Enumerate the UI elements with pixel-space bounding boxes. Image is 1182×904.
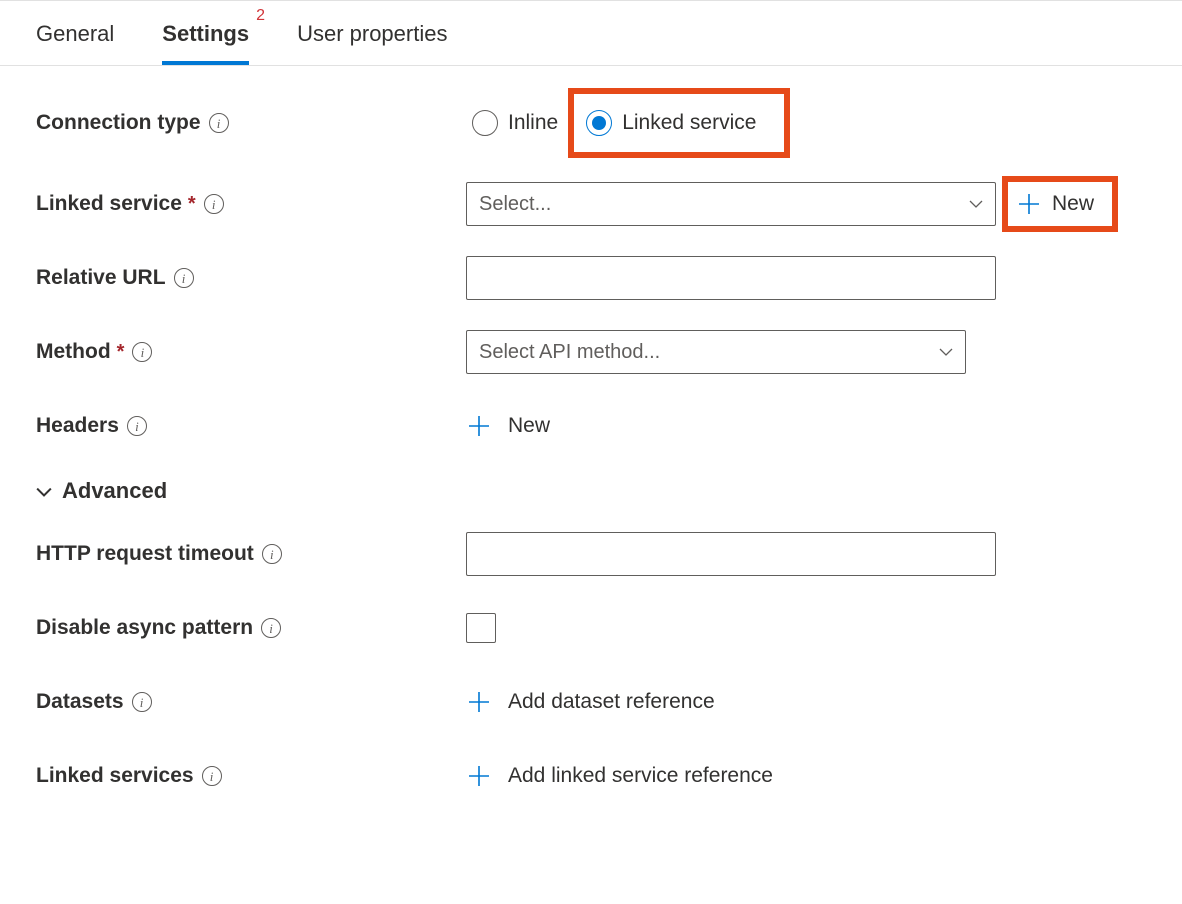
row-datasets: Datasets i Add dataset reference: [36, 680, 1146, 724]
disable-async-checkbox[interactable]: [466, 613, 496, 643]
plus-icon: [1018, 193, 1040, 215]
radio-circle-selected-icon: [586, 110, 612, 136]
method-placeholder: Select API method...: [479, 341, 660, 364]
info-icon[interactable]: i: [262, 544, 282, 564]
chevron-down-icon: [969, 197, 983, 211]
tab-settings[interactable]: Settings 2: [162, 1, 249, 65]
row-disable-async: Disable async pattern i: [36, 606, 1146, 650]
linked-service-placeholder: Select...: [479, 193, 551, 216]
radio-inline-label: Inline: [508, 111, 558, 135]
tab-settings-badge: 2: [256, 7, 265, 25]
radio-circle-icon: [472, 110, 498, 136]
linked-services-label: Linked services: [36, 764, 194, 788]
chevron-down-icon: [36, 484, 50, 498]
row-http-timeout: HTTP request timeout i: [36, 532, 1146, 576]
new-linked-service-button[interactable]: New: [1008, 182, 1112, 226]
relative-url-label: Relative URL: [36, 266, 166, 290]
info-icon[interactable]: i: [132, 692, 152, 712]
add-linked-service-button[interactable]: Add linked service reference: [466, 760, 775, 792]
radio-inline[interactable]: Inline: [466, 106, 564, 140]
add-dataset-button[interactable]: Add dataset reference: [466, 686, 717, 718]
method-label: Method: [36, 340, 111, 364]
new-linked-service-label: New: [1052, 192, 1094, 216]
advanced-label: Advanced: [62, 478, 167, 504]
plus-icon: [468, 691, 490, 713]
tab-settings-label: Settings: [162, 21, 249, 46]
add-dataset-label: Add dataset reference: [508, 690, 715, 714]
radio-linked-service[interactable]: Linked service: [574, 94, 784, 152]
required-mark: *: [117, 341, 125, 364]
plus-icon: [468, 765, 490, 787]
tabs: General Settings 2 User properties: [0, 0, 1182, 66]
row-linked-services-ref: Linked services i Add linked service ref…: [36, 754, 1146, 798]
headers-label: Headers: [36, 414, 119, 438]
plus-icon: [468, 415, 490, 437]
info-icon[interactable]: i: [204, 194, 224, 214]
row-headers: Headers i New: [36, 404, 1146, 448]
info-icon[interactable]: i: [127, 416, 147, 436]
info-icon[interactable]: i: [209, 113, 229, 133]
http-timeout-label: HTTP request timeout: [36, 542, 254, 566]
relative-url-input[interactable]: [466, 256, 996, 300]
info-icon[interactable]: i: [202, 766, 222, 786]
datasets-label: Datasets: [36, 690, 124, 714]
disable-async-label: Disable async pattern: [36, 616, 253, 640]
linked-service-select[interactable]: Select...: [466, 182, 996, 226]
linked-service-label: Linked service: [36, 192, 182, 216]
chevron-down-icon: [939, 345, 953, 359]
settings-form: Connection type i Inline Linked service …: [0, 66, 1182, 836]
radio-linked-service-label: Linked service: [622, 111, 756, 135]
new-header-button[interactable]: New: [466, 410, 552, 442]
new-header-label: New: [508, 414, 550, 438]
row-linked-service: Linked service * i Select... New: [36, 182, 1146, 226]
info-icon[interactable]: i: [174, 268, 194, 288]
row-relative-url: Relative URL i: [36, 256, 1146, 300]
method-select[interactable]: Select API method...: [466, 330, 966, 374]
http-timeout-input[interactable]: [466, 532, 996, 576]
row-connection-type: Connection type i Inline Linked service: [36, 94, 1146, 152]
row-method: Method * i Select API method...: [36, 330, 1146, 374]
connection-type-label: Connection type: [36, 111, 201, 135]
advanced-toggle[interactable]: Advanced: [36, 478, 1146, 504]
required-mark: *: [188, 193, 196, 216]
add-linked-service-label: Add linked service reference: [508, 764, 773, 788]
info-icon[interactable]: i: [261, 618, 281, 638]
info-icon[interactable]: i: [132, 342, 152, 362]
tab-general[interactable]: General: [36, 1, 114, 65]
tab-user-properties[interactable]: User properties: [297, 1, 447, 65]
